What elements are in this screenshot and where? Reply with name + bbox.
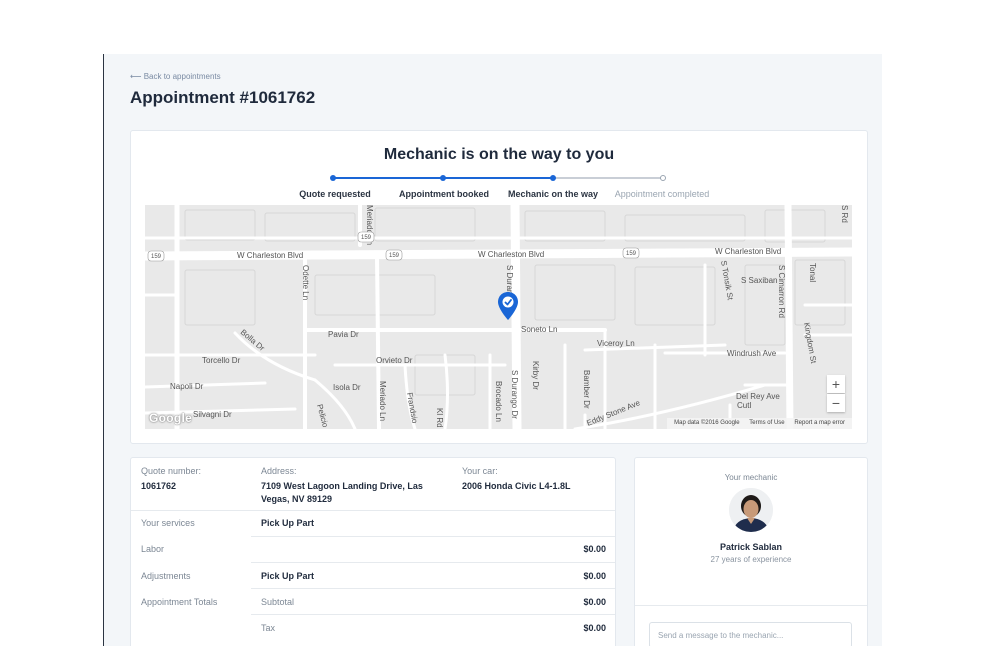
progress-tracker — [330, 175, 666, 181]
highway-shield: 159 — [361, 235, 372, 241]
street-label: Kirby Dr — [531, 361, 540, 390]
subtotal-label: Subtotal — [261, 597, 295, 607]
address-label: Address: — [261, 466, 297, 476]
appointment-details-card: Quote number: 1061762 Address: 7109 West… — [130, 457, 616, 646]
status-card: Mechanic is on the way to you Quote requ… — [130, 130, 868, 444]
progress-step-dot — [550, 175, 556, 181]
street-label: W Charleston Blvd — [715, 247, 781, 256]
street-label: S Saxiban — [741, 276, 777, 285]
street-label: Torcello Dr — [202, 356, 241, 365]
mechanic-label: Your mechanic — [724, 473, 778, 482]
step-label-mechanic-on-the-way: Mechanic on the way — [507, 189, 599, 199]
details-divider — [131, 510, 615, 511]
street-label: S Durango Dr — [510, 370, 519, 419]
street-label: Tonal — [808, 263, 817, 282]
progress-step-dot — [330, 175, 336, 181]
street-label: Windrush Ave — [727, 349, 777, 358]
page-title: Appointment #1061762 — [130, 88, 316, 107]
street-label: Bamber Dr — [582, 370, 591, 409]
mechanic-avatar — [729, 488, 773, 532]
mechanic-card: Your mechanic Patrick Sablan 27 years of… — [634, 457, 868, 579]
avatar-icon — [729, 488, 773, 532]
progress-step-dot — [440, 175, 446, 181]
back-to-appointments-link[interactable]: ⟵ Back to appointments — [130, 72, 221, 81]
status-heading: Mechanic is on the way to you — [383, 146, 615, 163]
address-info: Address: 7109 West Lagoon Landing Drive,… — [261, 466, 423, 506]
tax-amount: $0.00 — [583, 623, 606, 633]
street-label: Meriado Ln — [378, 381, 387, 421]
map-view[interactable]: W Charleston Blvd W Charleston Blvd W Ch… — [145, 205, 852, 429]
car-label: Your car: — [462, 466, 498, 476]
highway-shield: 159 — [626, 251, 637, 257]
adjustments-label: Adjustments — [141, 571, 191, 581]
street-label: W Charleston Blvd — [478, 250, 544, 259]
row-divider — [251, 588, 615, 589]
street-label: Silvagni Dr — [193, 410, 232, 419]
quote-info: Quote number: 1061762 — [141, 466, 201, 493]
report-map-error-link[interactable]: Report a map error — [794, 420, 845, 426]
street-label: Orvieto Dr — [376, 356, 413, 365]
street-label: W Charleston Blvd — [237, 251, 303, 260]
appointment-page: ⟵ Back to appointments Appointment #1061… — [103, 54, 882, 646]
street-label: Del Rey Ave — [736, 392, 780, 401]
car-info: Your car: 2006 Honda Civic L4-1.8L — [462, 466, 571, 493]
message-panel — [634, 577, 868, 646]
street-label: S Tonsik St — [719, 260, 735, 302]
car-value: 2006 Honda Civic L4-1.8L — [462, 481, 571, 491]
street-label: Cutl — [737, 401, 751, 410]
row-divider — [251, 614, 615, 615]
highway-shield: 159 — [389, 253, 400, 259]
map-data-credit: Map data ©2016 Google — [674, 420, 740, 426]
street-label: S Rd — [840, 205, 849, 223]
street-label: Odette Ln — [301, 265, 310, 300]
quote-number-label: Quote number: — [141, 466, 202, 476]
address-line-1: 7109 West Lagoon Landing Drive, Las — [261, 481, 423, 491]
appointment-totals-label: Appointment Totals — [141, 597, 218, 607]
progress-step-dot — [660, 175, 666, 181]
street-label: Kl Rd — [435, 408, 444, 428]
mechanic-name: Patrick Sablan — [719, 542, 783, 552]
step-label-quote-requested: Quote requested — [299, 189, 371, 199]
highway-shield: 159 — [151, 254, 162, 260]
street-label: Brocado Ln — [494, 381, 503, 422]
quote-number-value: 1061762 — [141, 481, 177, 491]
street-label: Viceroy Ln — [597, 339, 635, 348]
services-label: Your services — [141, 518, 195, 528]
street-label: Pavia Dr — [328, 330, 359, 339]
row-divider — [251, 562, 615, 563]
street-label: Frandsio — [405, 392, 419, 425]
adjustment-item: Pick Up Part — [261, 571, 315, 581]
street-label: Isola Dr — [333, 383, 361, 392]
zoom-out-button[interactable]: − — [827, 394, 845, 412]
map-attribution: Map data ©2016 Google Terms of Use Repor… — [667, 418, 852, 429]
address-line-2: Vegas, NV 89129 — [261, 494, 333, 504]
subtotal-amount: $0.00 — [583, 597, 606, 607]
labor-amount: $0.00 — [583, 544, 606, 554]
map-provider-logo: Google — [149, 411, 193, 425]
mechanic-experience: 27 years of experience — [710, 555, 792, 564]
labor-label: Labor — [141, 544, 165, 554]
street-label: Kingdom St — [802, 322, 818, 365]
street-label: Soneto Ln — [521, 325, 557, 334]
street-label: S Cimarron Rd — [777, 265, 786, 318]
tax-label: Tax — [261, 623, 276, 633]
progress-line-pending — [553, 177, 663, 179]
step-label-appointment-completed: Appointment completed — [614, 189, 710, 199]
message-divider — [635, 605, 867, 606]
adjustment-amount: $0.00 — [583, 571, 606, 581]
message-mechanic-input[interactable] — [649, 622, 852, 646]
street-label: Napoli Dr — [170, 382, 204, 391]
terms-of-use-link[interactable]: Terms of Use — [749, 420, 784, 426]
step-label-appointment-booked: Appointment booked — [399, 189, 489, 199]
row-divider — [251, 536, 615, 537]
service-item: Pick Up Part — [261, 518, 315, 528]
street-label: Pelicio — [315, 403, 330, 429]
location-pin-icon[interactable] — [497, 291, 519, 321]
zoom-in-button[interactable]: + — [827, 375, 845, 393]
